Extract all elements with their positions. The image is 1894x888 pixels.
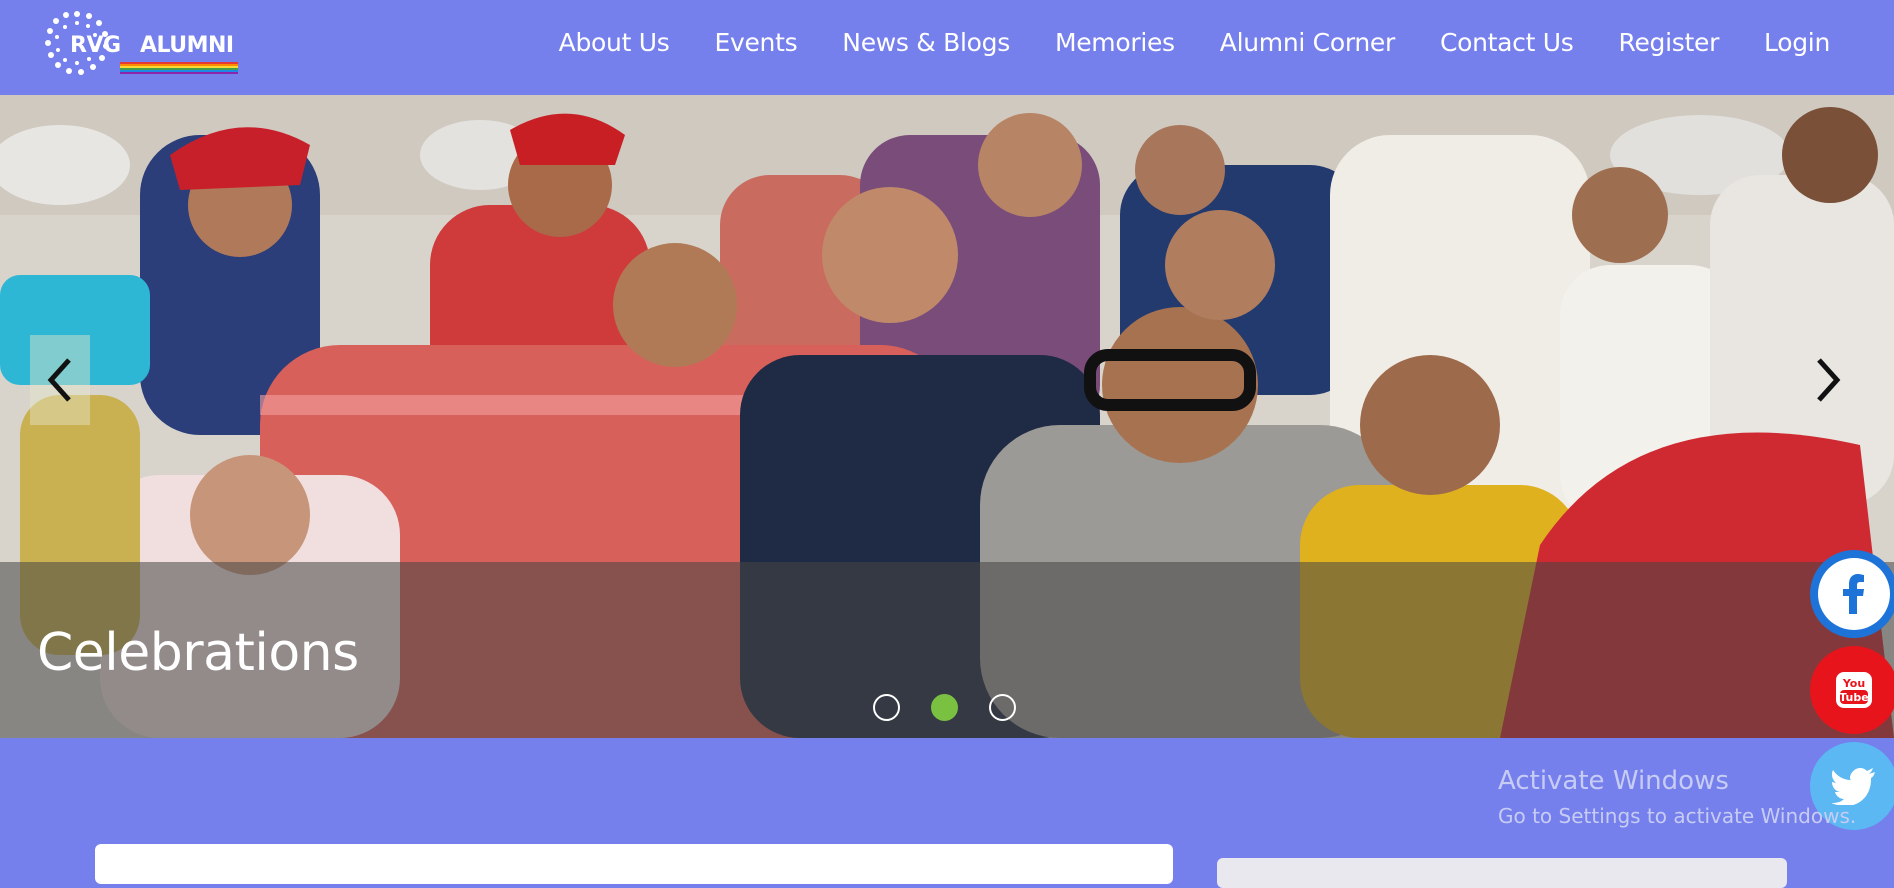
youtube-icon: You Tube	[1836, 672, 1872, 708]
nav-contact-us[interactable]: Contact Us	[1440, 28, 1574, 57]
svg-text:Tube: Tube	[1839, 691, 1868, 704]
carousel-indicator-3[interactable]	[989, 694, 1016, 721]
activate-windows-watermark: Activate Windows Go to Settings to activ…	[1498, 766, 1856, 828]
logo-rvg-text: RVG	[70, 33, 121, 58]
nav-memories[interactable]: Memories	[1055, 28, 1175, 57]
nav-alumni-corner[interactable]: Alumni Corner	[1220, 28, 1395, 57]
facebook-icon	[1843, 574, 1864, 614]
slide-caption: Celebrations	[37, 623, 359, 683]
content-card-left	[95, 844, 1173, 884]
facebook-icon-circle	[1818, 558, 1890, 630]
facebook-button[interactable]	[1810, 550, 1894, 638]
nav-news-blogs[interactable]: News & Blogs	[842, 28, 1010, 57]
carousel-indicator-2[interactable]	[931, 694, 958, 721]
chevron-right-icon	[1817, 358, 1841, 402]
chevron-left-icon	[47, 358, 71, 402]
main-nav: About Us Events News & Blogs Memories Al…	[514, 0, 1831, 84]
nav-about-us[interactable]: About Us	[559, 28, 670, 57]
hero-carousel: Celebrations	[0, 95, 1894, 738]
nav-login[interactable]: Login	[1764, 28, 1830, 57]
carousel-indicators	[873, 694, 1047, 721]
rvg-alumni-logo[interactable]: RVG ALUMNI	[42, 8, 242, 80]
logo-rainbow-stripes	[120, 62, 238, 76]
svg-text:You: You	[1842, 677, 1865, 690]
watermark-title: Activate Windows	[1498, 766, 1729, 796]
watermark-subtitle: Go to Settings to activate Windows.	[1498, 804, 1857, 828]
nav-register[interactable]: Register	[1619, 28, 1720, 57]
carousel-indicator-1[interactable]	[873, 694, 900, 721]
site-header: RVG ALUMNI About Us Events News & Blogs …	[0, 0, 1894, 95]
youtube-button[interactable]: You Tube	[1810, 646, 1894, 734]
content-card-right	[1217, 858, 1787, 888]
carousel-prev-button[interactable]	[30, 335, 90, 425]
carousel-next-button[interactable]	[1798, 335, 1858, 425]
nav-events[interactable]: Events	[714, 28, 797, 57]
logo-alumni-text: ALUMNI	[140, 33, 234, 58]
